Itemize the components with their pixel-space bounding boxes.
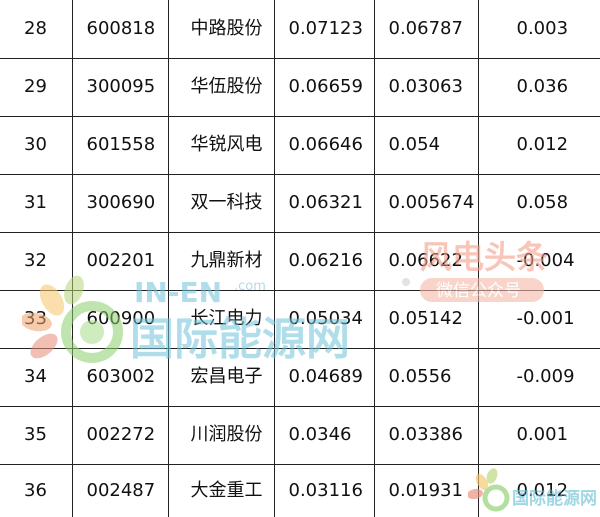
cell-name: 双一科技 (167, 173, 275, 233)
cell-code: 600900 (71, 289, 169, 349)
table-row: 30 601558 华锐风电 0.06646 0.054 0.012 (0, 115, 600, 175)
cell-value-3: 0.012 (477, 115, 600, 175)
cell-value-3: 0.058 (477, 173, 600, 233)
cell-value-3: 0.036 (477, 57, 600, 117)
cell-value-2: 0.005674 (373, 173, 479, 233)
cell-value-1: 0.04689 (273, 347, 375, 407)
cell-rank: 36 (0, 463, 73, 517)
cell-value-3: -0.009 (477, 347, 600, 407)
table-row: 28 600818 中路股份 0.07123 0.06787 0.003 (0, 0, 600, 59)
cell-rank: 32 (0, 231, 73, 291)
table-body: 28 600818 中路股份 0.07123 0.06787 0.003 29 … (0, 0, 600, 517)
cell-value-1: 0.06659 (273, 57, 375, 117)
cell-value-1: 0.0346 (273, 405, 375, 465)
cell-rank: 30 (0, 115, 73, 175)
cell-name: 九鼎新材 (167, 231, 275, 291)
cell-name: 川润股份 (167, 405, 275, 465)
cell-name: 华伍股份 (167, 57, 275, 117)
table-row: 31 300690 双一科技 0.06321 0.005674 0.058 (0, 173, 600, 233)
cell-code: 002201 (71, 231, 169, 291)
cell-value-3: 0.003 (477, 0, 600, 59)
cell-value-3: 0.001 (477, 405, 600, 465)
cell-rank: 28 (0, 0, 73, 59)
cell-value-3: -0.001 (477, 289, 600, 349)
cell-code: 002487 (71, 463, 169, 517)
table-row: 34 603002 宏昌电子 0.04689 0.0556 -0.009 (0, 347, 600, 407)
table-row: 35 002272 川润股份 0.0346 0.03386 0.001 (0, 405, 600, 465)
cell-name: 大金重工 (167, 463, 275, 517)
stock-table: 28 600818 中路股份 0.07123 0.06787 0.003 29 … (0, 0, 600, 517)
table-row: 33 600900 长江电力 0.05034 0.05142 -0.001 (0, 289, 600, 349)
cell-value-2: 0.06622 (373, 231, 479, 291)
cell-rank: 33 (0, 289, 73, 349)
cell-code: 300690 (71, 173, 169, 233)
table-row: 36 002487 大金重工 0.03116 0.01931 0.012 (0, 463, 600, 517)
cell-value-2: 0.054 (373, 115, 479, 175)
cell-name: 宏昌电子 (167, 347, 275, 407)
cell-value-2: 0.06787 (373, 0, 479, 59)
cell-code: 603002 (71, 347, 169, 407)
cell-code: 002272 (71, 405, 169, 465)
cell-code: 600818 (71, 0, 169, 59)
cell-name: 长江电力 (167, 289, 275, 349)
cell-value-1: 0.06646 (273, 115, 375, 175)
cell-rank: 34 (0, 347, 73, 407)
cell-code: 300095 (71, 57, 169, 117)
cell-code: 601558 (71, 115, 169, 175)
cell-value-1: 0.06321 (273, 173, 375, 233)
cell-value-3: -0.004 (477, 231, 600, 291)
cell-value-2: 0.01931 (373, 463, 479, 517)
cell-rank: 31 (0, 173, 73, 233)
table-row: 29 300095 华伍股份 0.06659 0.03063 0.036 (0, 57, 600, 117)
cell-rank: 29 (0, 57, 73, 117)
cell-rank: 35 (0, 405, 73, 465)
cell-name: 华锐风电 (167, 115, 275, 175)
cell-value-1: 0.07123 (273, 0, 375, 59)
cell-value-2: 0.03386 (373, 405, 479, 465)
cell-value-2: 0.05142 (373, 289, 479, 349)
cell-name: 中路股份 (167, 0, 275, 59)
cell-value-1: 0.06216 (273, 231, 375, 291)
cell-value-2: 0.0556 (373, 347, 479, 407)
table-row: 32 002201 九鼎新材 0.06216 0.06622 -0.004 (0, 231, 600, 291)
cell-value-1: 0.05034 (273, 289, 375, 349)
cell-value-2: 0.03063 (373, 57, 479, 117)
cell-value-3: 0.012 (477, 463, 600, 517)
cell-value-1: 0.03116 (273, 463, 375, 517)
